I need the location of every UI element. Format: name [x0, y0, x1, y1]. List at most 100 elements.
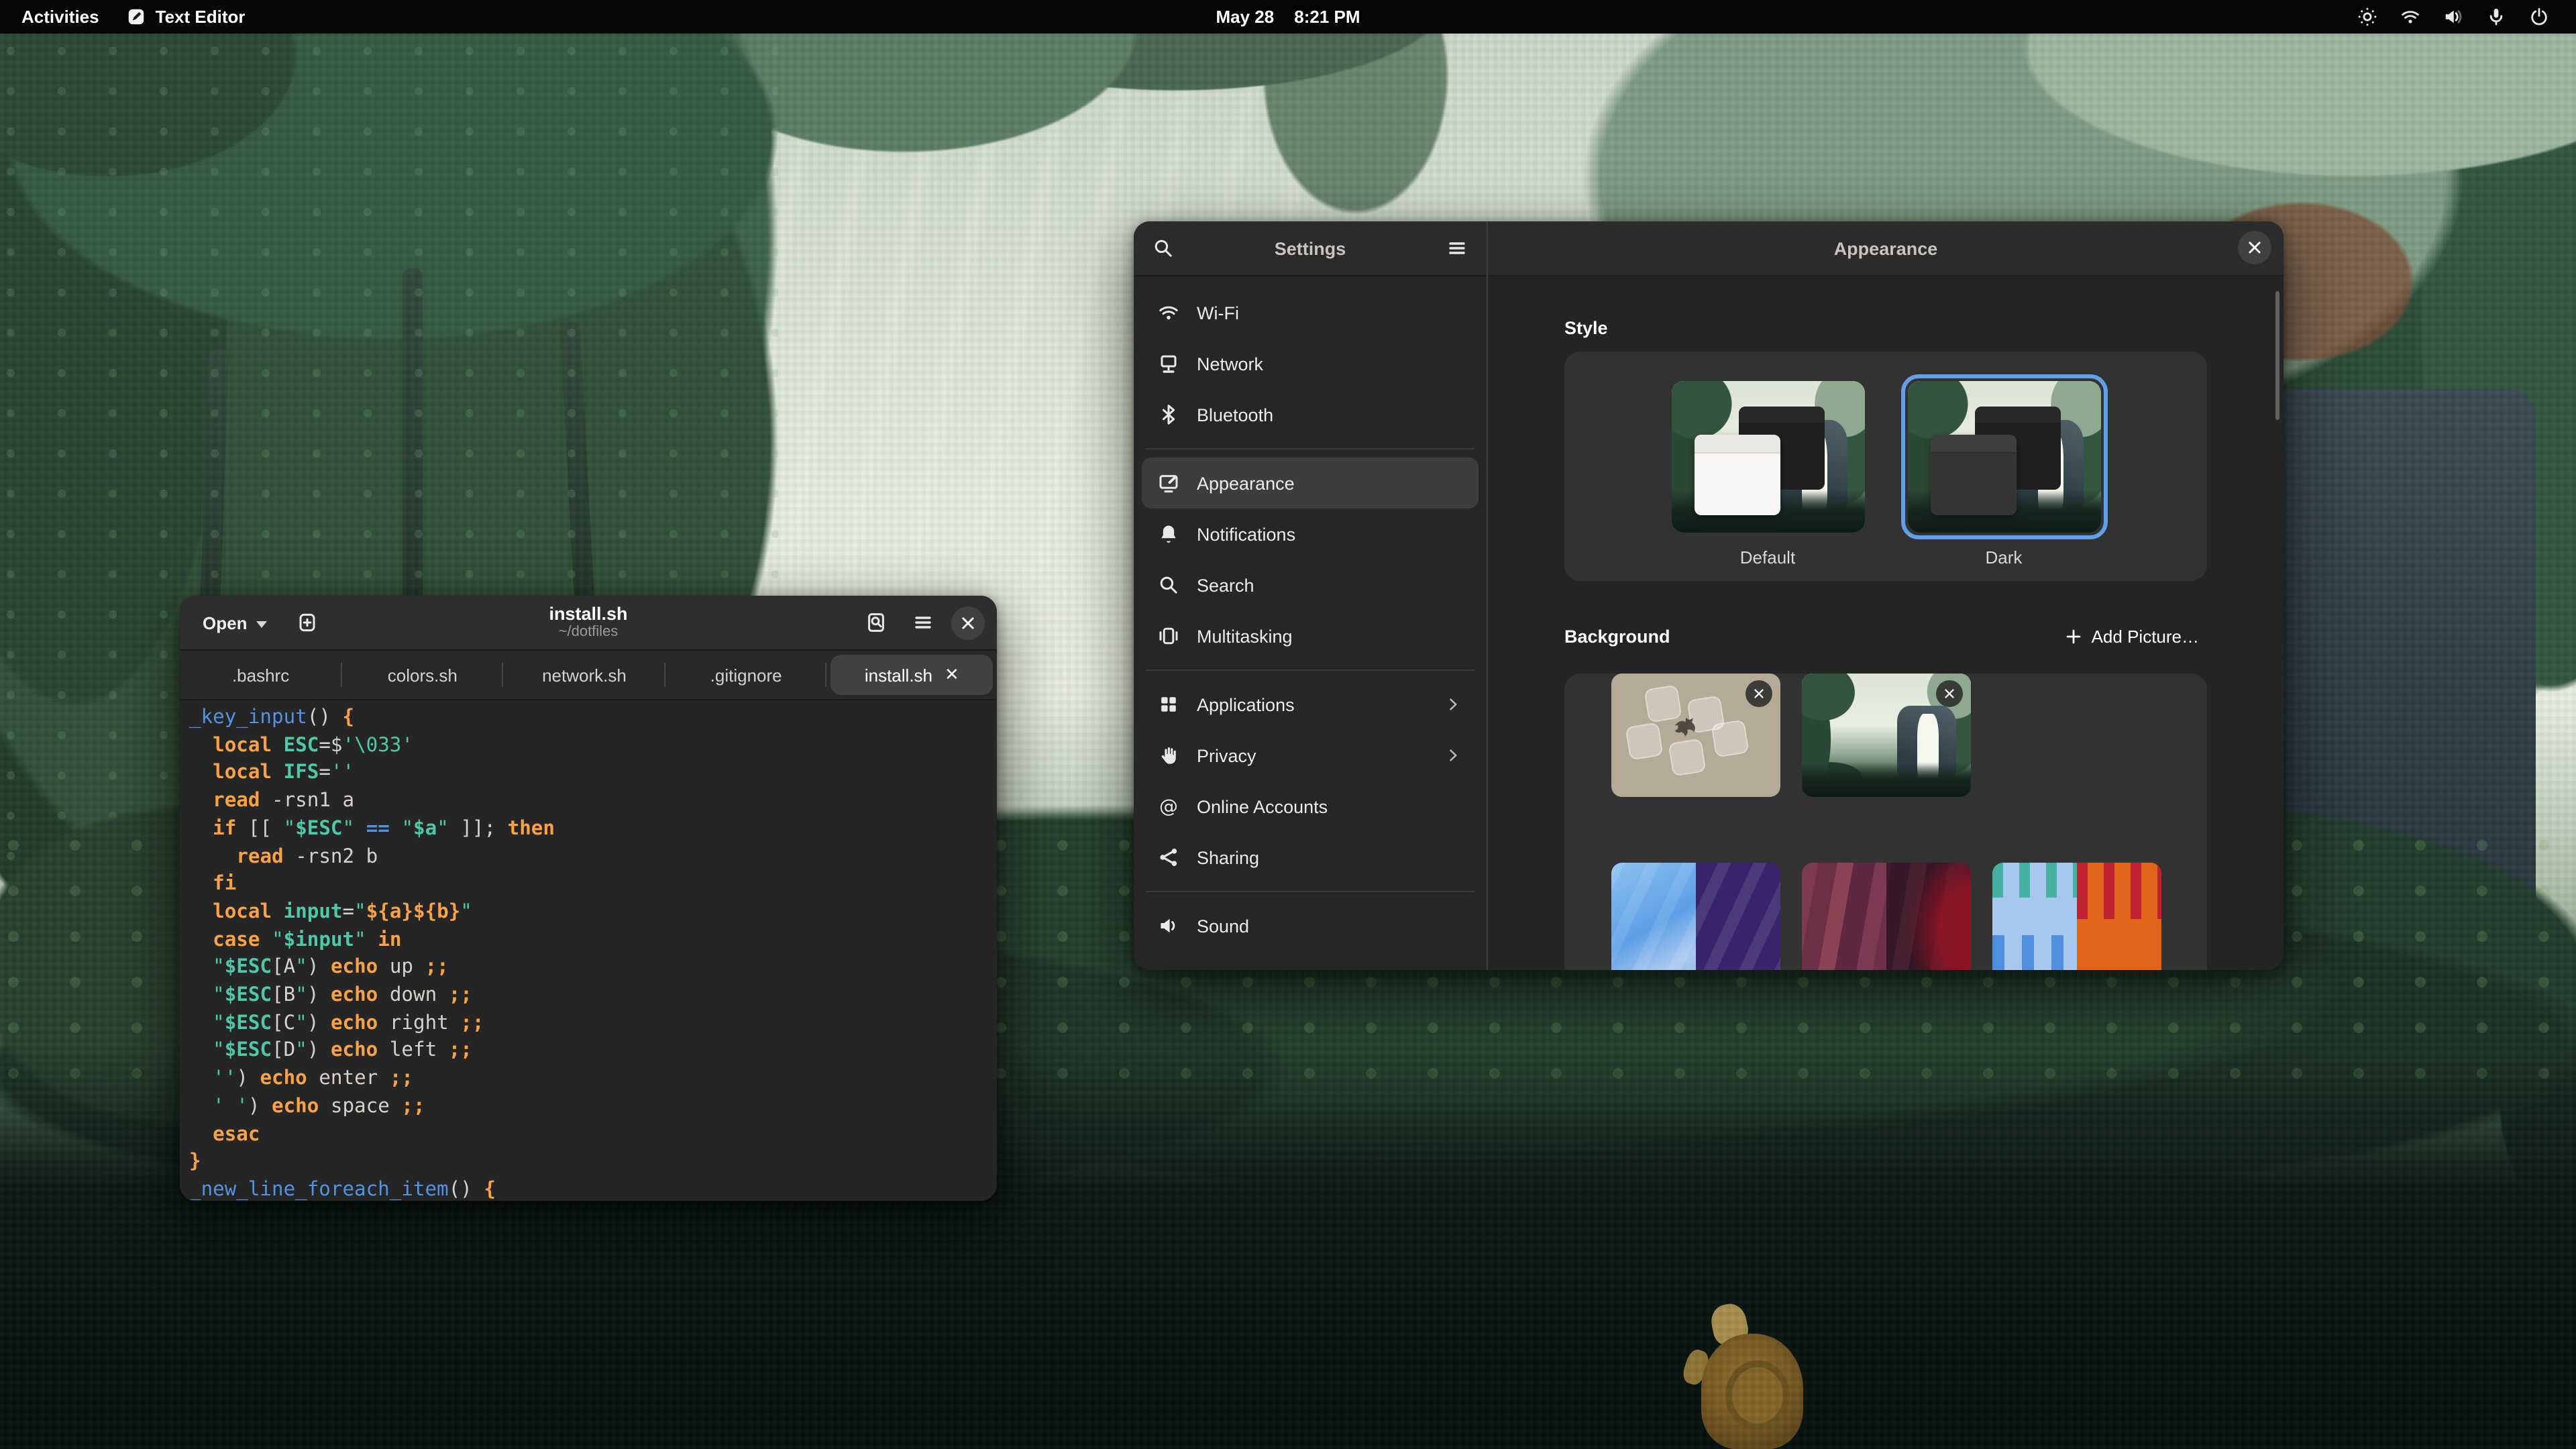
remove-background-button[interactable] [1936, 680, 1963, 707]
code-line: if [[ "$ESC" == "$a" ]]; then [189, 816, 997, 843]
mini-wallpaper-part [1802, 762, 1971, 797]
menu-button[interactable] [904, 604, 942, 641]
sidebar-item-label: Wi-Fi [1197, 303, 1239, 323]
editor-text-area[interactable]: _key_input() { local ESC=$'\033' local I… [180, 700, 997, 1201]
document-path: ~/dotfiles [549, 625, 627, 641]
system-tray[interactable] [2357, 7, 2576, 27]
focused-app-menu[interactable]: Text Editor [126, 7, 246, 27]
add-picture-button[interactable]: Add Picture… [2057, 621, 2207, 652]
sidebar-item-label: Power [1197, 967, 1248, 970]
settings-sidebar: Settings Wi-Fi Network Bluetooth Appearance… [1134, 221, 1488, 970]
style-option-label: Dark [1986, 547, 2023, 568]
sidebar-item-multitasking[interactable]: Multitasking [1142, 610, 1479, 661]
open-button[interactable]: Open [192, 606, 278, 639]
privacy-icon [1158, 745, 1179, 766]
sidebar-item-network[interactable]: Network [1142, 338, 1479, 389]
sidebar-item-appearance[interactable]: Appearance [1142, 458, 1479, 508]
sidebar-item-notifications[interactable]: Notifications [1142, 508, 1479, 559]
multitasking-icon [1158, 625, 1179, 647]
sidebar-item-power[interactable]: Power [1142, 951, 1479, 970]
microphone-icon[interactable] [2486, 7, 2506, 27]
panel-body: Style DefaultDark Background Add Picture… [1488, 276, 2284, 970]
tab-install-sh[interactable]: install.sh ✕ [831, 655, 993, 695]
sidebar-item-wi-fi[interactable]: Wi-Fi [1142, 287, 1479, 338]
style-option-dark[interactable]: Dark [1900, 374, 2107, 581]
background-thumb-blue-purple-geometric[interactable] [1611, 863, 1780, 970]
style-thumb-frame [1900, 374, 2107, 539]
style-section-label: Style [1564, 318, 1608, 338]
sidebar-item-online-accounts[interactable]: @ Online Accounts [1142, 781, 1479, 832]
background-thumb-forest-waterfall[interactable] [1802, 674, 1971, 797]
sidebar-list: Wi-Fi Network Bluetooth Appearance Notificat… [1134, 276, 1487, 970]
sidebar-divider [1146, 891, 1474, 892]
scrollbar[interactable] [2275, 291, 2279, 420]
sidebar-item-applications[interactable]: Applications [1142, 679, 1479, 730]
top-bar: Activities Text Editor May 28 8:21 PM [0, 0, 2576, 34]
battery-icon [1158, 966, 1179, 970]
sidebar-item-label: Sound [1197, 916, 1249, 936]
tab-bar: .bashrccolors.shnetwork.sh .gitignore inst… [180, 651, 997, 700]
code-line: local IFS='' [189, 760, 997, 788]
close-settings-button[interactable] [2238, 231, 2271, 264]
mini-window-front [1694, 435, 1780, 515]
code-line: "$ESC[C") echo right ;; [189, 1010, 997, 1037]
style-option-default[interactable]: Default [1664, 374, 1871, 581]
decoration-tile [1625, 722, 1663, 760]
at-icon: @ [1158, 796, 1179, 817]
tab-gitignore[interactable]: .gitignore [665, 651, 827, 699]
background-thumb-beige-tiles-dragon[interactable] [1611, 674, 1780, 797]
add-picture-label: Add Picture… [2092, 627, 2199, 647]
power-icon[interactable] [2529, 7, 2549, 27]
sidebar-item-sharing[interactable]: Sharing [1142, 832, 1479, 883]
sidebar-item-label: Online Accounts [1197, 796, 1328, 816]
primary-menu-button[interactable] [1438, 229, 1476, 267]
sidebar-item-search[interactable]: Search [1142, 559, 1479, 610]
search-icon [1158, 574, 1179, 596]
sidebar-item-privacy[interactable]: Privacy [1142, 730, 1479, 781]
date-label: May 28 [1216, 7, 1274, 27]
close-button[interactable] [951, 606, 985, 639]
document-search-button[interactable] [857, 604, 895, 641]
background-thumb-dark-red-waves[interactable] [1802, 863, 1971, 970]
sidebar-item-label: Bluetooth [1197, 405, 1273, 425]
activities-button[interactable]: Activities [21, 7, 99, 27]
tab-label: .gitignore [710, 665, 782, 685]
settings-title: Settings [1134, 238, 1487, 258]
clock-button[interactable]: May 28 8:21 PM [1216, 7, 1360, 27]
tab-network-sh[interactable]: network.sh [503, 651, 665, 699]
new-tab-button[interactable] [288, 604, 326, 641]
tab-colors-sh[interactable]: colors.sh [341, 651, 503, 699]
code-line: read -rsn2 b [189, 843, 997, 871]
sidebar-item-label: Network [1197, 354, 1263, 374]
night-light-icon[interactable] [2357, 7, 2377, 27]
settings-window: Settings Wi-Fi Network Bluetooth Appearance… [1134, 221, 2284, 970]
code-line: "$ESC[A") echo up ;; [189, 955, 997, 982]
sidebar-item-sound[interactable]: Sound [1142, 900, 1479, 951]
code-line: _new_line_foreach_item() { [189, 1177, 997, 1201]
chevron-down-icon [256, 621, 267, 627]
code-line: ' ') echo space ;; [189, 1093, 997, 1121]
wifi-icon [1158, 302, 1179, 323]
sidebar-item-label: Sharing [1197, 847, 1259, 867]
volume-icon[interactable] [2443, 7, 2463, 27]
tab-bashrc[interactable]: .bashrc [180, 651, 341, 699]
remove-background-button[interactable] [1746, 680, 1772, 707]
close-tab-icon[interactable]: ✕ [945, 664, 959, 686]
code-line: _key_input() { [189, 704, 997, 732]
search-button[interactable] [1144, 229, 1182, 267]
panel-headerbar: Appearance [1488, 221, 2284, 276]
sidebar-item-bluetooth[interactable]: Bluetooth [1142, 389, 1479, 440]
background-thumb-blue-orange-pills[interactable] [1992, 863, 2161, 970]
chevron-right-icon [1444, 695, 1462, 714]
code-line: esac [189, 1121, 997, 1148]
tab-label: install.sh [865, 665, 932, 685]
sound-icon [1158, 915, 1179, 936]
mini-window-front [1930, 435, 2016, 515]
sidebar-item-label: Appearance [1197, 473, 1295, 493]
sidebar-divider [1146, 448, 1474, 449]
dragon-logo-icon [1665, 707, 1708, 750]
bluetooth-icon [1158, 404, 1179, 425]
wifi-icon[interactable] [2400, 7, 2420, 27]
code-line: '') echo enter ;; [189, 1065, 997, 1093]
decoration-tile [1711, 719, 1749, 757]
